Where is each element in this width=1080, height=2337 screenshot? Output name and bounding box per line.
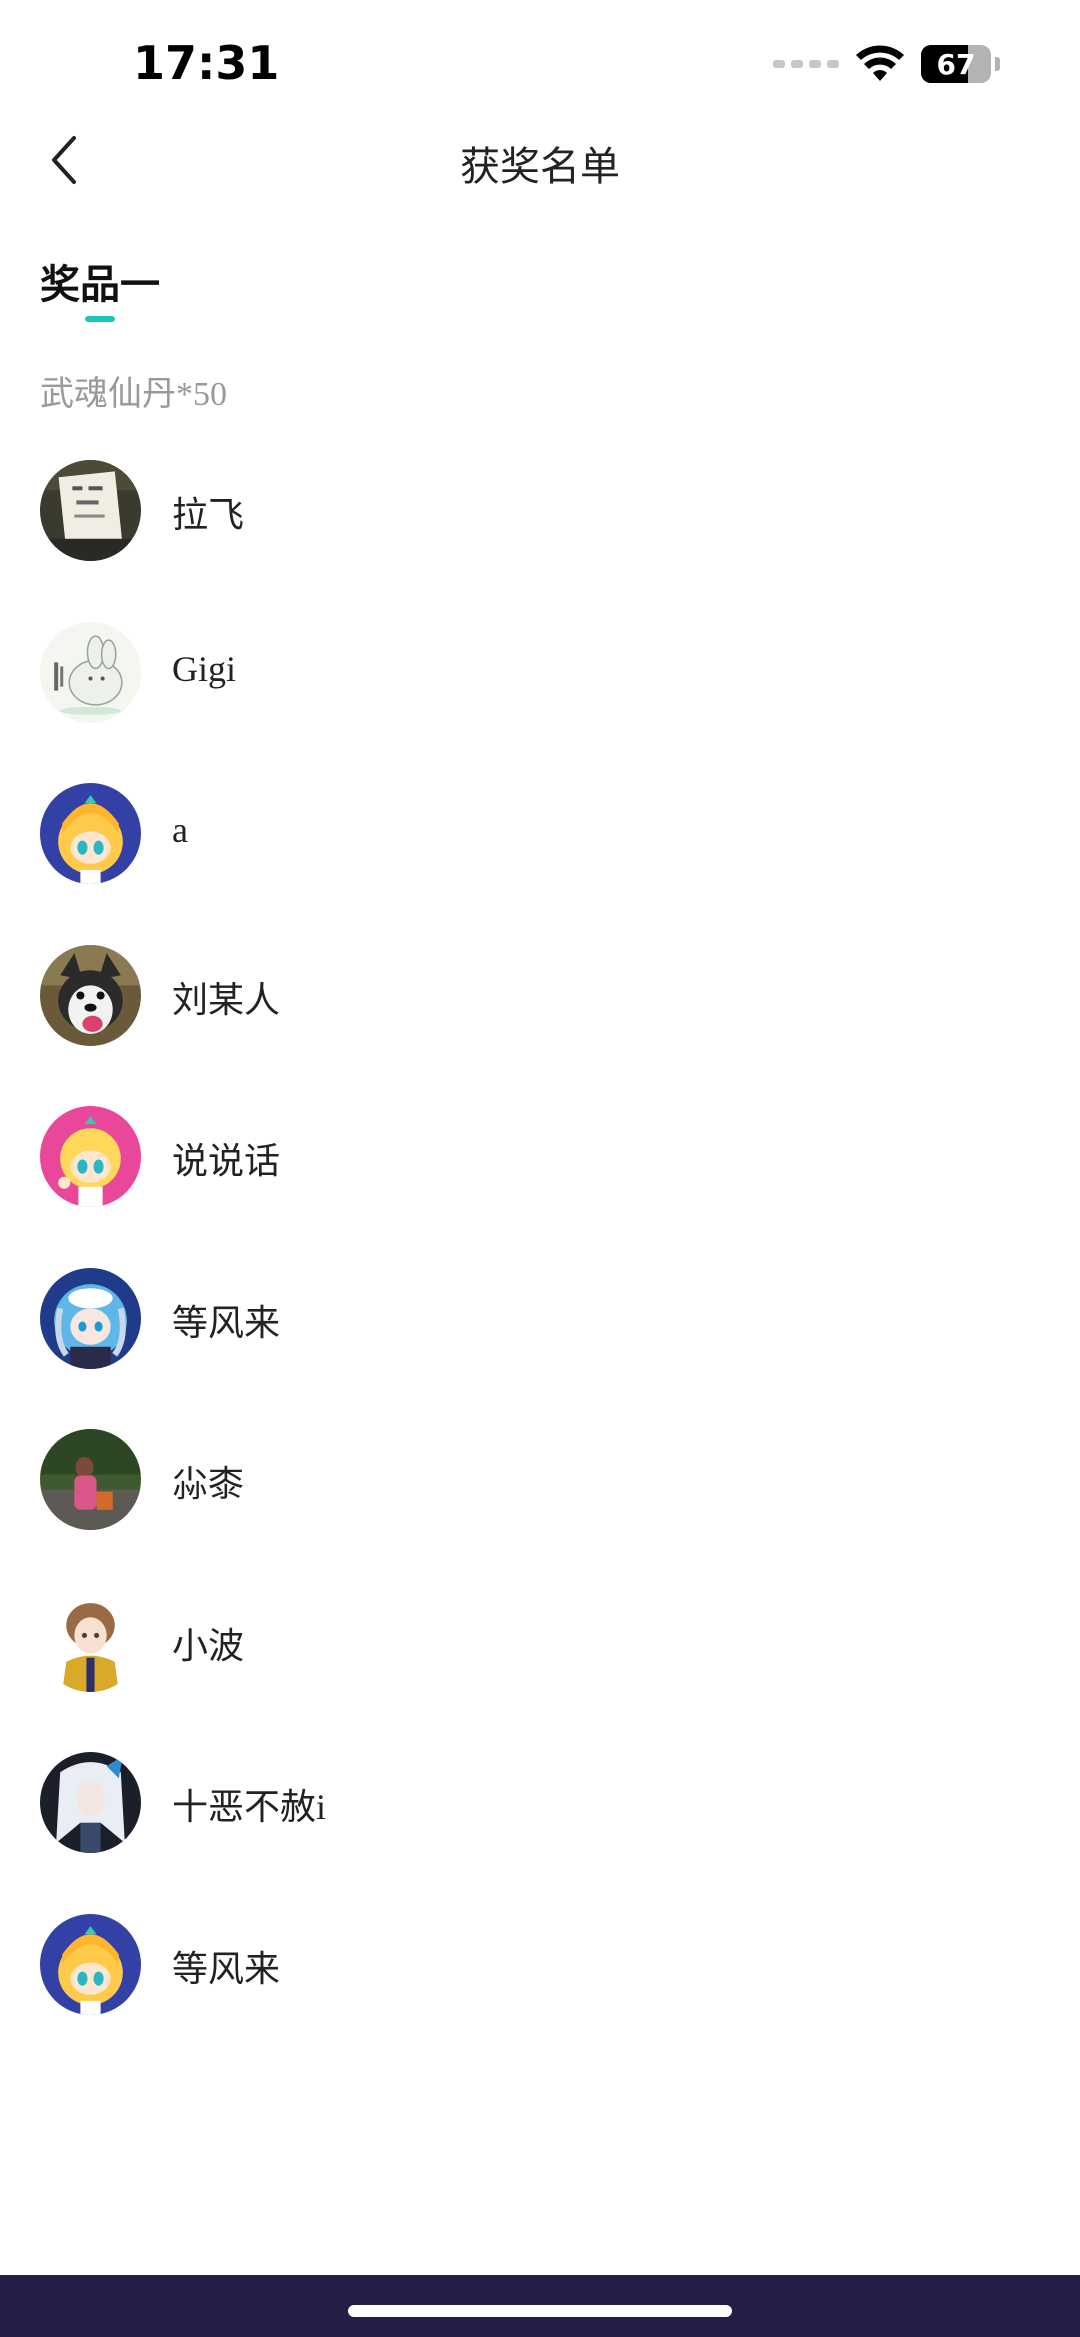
sketch-rabbit-avatar bbox=[40, 621, 141, 723]
photo-card-avatar bbox=[40, 460, 141, 561]
winner-row[interactable]: Gigi bbox=[0, 621, 1080, 784]
anime-white-hair-avatar bbox=[40, 1752, 141, 1853]
outdoor-child-photo-avatar bbox=[40, 1429, 141, 1530]
anime-character-avatar bbox=[40, 1267, 141, 1369]
winner-row[interactable]: 说说话 bbox=[0, 1106, 1080, 1268]
winner-name: 等风来 bbox=[172, 1302, 281, 1343]
husky-dog-avatar bbox=[40, 944, 141, 1046]
anime-girl-uniform-avatar bbox=[40, 1590, 141, 1692]
status-icons: 67 bbox=[773, 40, 1000, 88]
winner-name: Gigi bbox=[172, 648, 237, 689]
battery-icon: 67 bbox=[921, 45, 991, 83]
winner-row[interactable]: 等风来 bbox=[0, 1267, 1080, 1430]
winner-list-page: 17:31 67 获奖名单 奖品一 武魂仙丹*50 拉飞 Gigi a 刘某人 … bbox=[0, 0, 1080, 2337]
wifi-icon bbox=[855, 45, 905, 83]
bottom-bar bbox=[0, 2275, 1080, 2337]
cartoon-girl-blue-avatar bbox=[40, 1913, 141, 2015]
winner-list: 拉飞 Gigi a 刘某人 说说话 等风来 尛桼 小波 十恶不赦i 等风来 bbox=[0, 460, 1080, 2075]
prize-description: 武魂仙丹*50 bbox=[40, 376, 227, 413]
cellular-icon bbox=[773, 60, 839, 68]
winner-name: 十恶不赦i bbox=[172, 1787, 327, 1827]
winner-name: 小波 bbox=[172, 1625, 245, 1666]
cartoon-girl-blue-avatar bbox=[40, 783, 141, 884]
battery-level: 67 bbox=[936, 47, 976, 81]
winner-row[interactable]: a bbox=[0, 783, 1080, 945]
winner-row[interactable]: 尛桼 bbox=[0, 1429, 1080, 1591]
tab-active-indicator bbox=[85, 316, 115, 322]
tab-label: 奖品一 bbox=[40, 262, 160, 308]
winner-name: a bbox=[172, 810, 188, 850]
winner-name: 拉飞 bbox=[172, 495, 245, 535]
tab-prize-one[interactable]: 奖品一 bbox=[40, 252, 160, 322]
status-time: 17:31 bbox=[133, 36, 280, 90]
winner-name: 尛桼 bbox=[172, 1464, 245, 1504]
winner-row[interactable]: 十恶不赦i bbox=[0, 1752, 1080, 1914]
cartoon-girl-pink-avatar bbox=[40, 1106, 141, 1207]
status-bar: 17:31 67 bbox=[0, 0, 1080, 120]
winner-name: 说说话 bbox=[172, 1141, 281, 1181]
winner-row[interactable]: 等风来 bbox=[0, 1913, 1080, 2076]
navigation-bar: 获奖名单 bbox=[0, 110, 1080, 210]
battery-tip bbox=[995, 57, 1000, 71]
winner-name: 刘某人 bbox=[172, 979, 281, 1020]
winner-row[interactable]: 刘某人 bbox=[0, 944, 1080, 1107]
winner-row[interactable]: 拉飞 bbox=[0, 460, 1080, 622]
winner-name: 等风来 bbox=[172, 1948, 281, 1989]
winner-row[interactable]: 小波 bbox=[0, 1590, 1080, 1753]
page-title: 获奖名单 bbox=[460, 144, 620, 190]
home-indicator[interactable] bbox=[348, 2305, 732, 2317]
